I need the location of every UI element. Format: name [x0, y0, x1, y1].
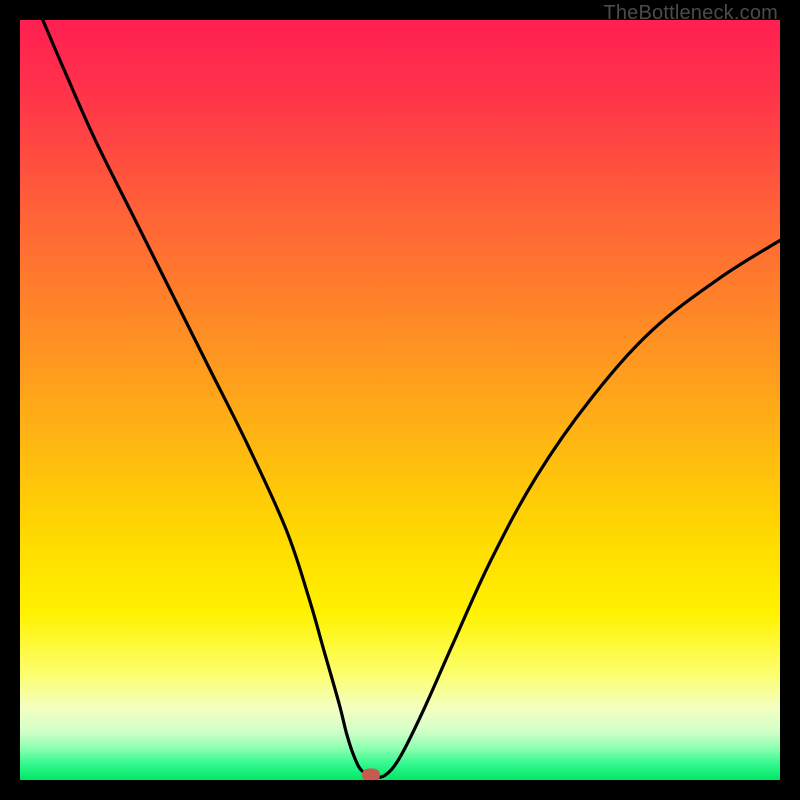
plot-area [20, 20, 780, 780]
bottleneck-curve [20, 20, 780, 780]
optimal-point-marker [362, 769, 380, 780]
chart-frame: TheBottleneck.com [0, 0, 800, 800]
